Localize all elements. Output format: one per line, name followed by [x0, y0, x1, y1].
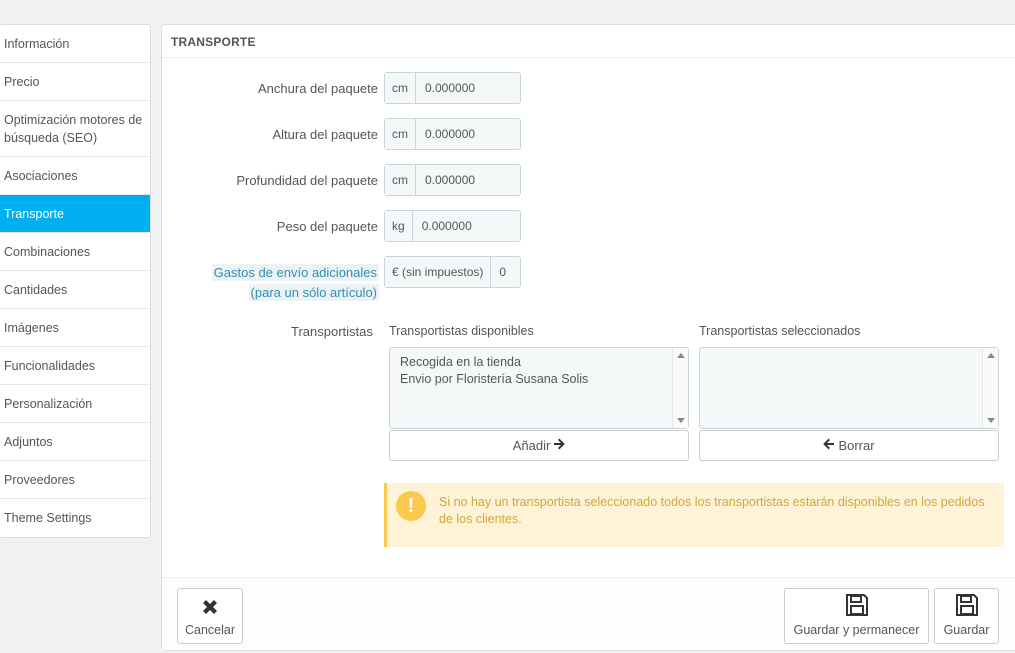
height-unit: cm	[385, 119, 416, 149]
product-tabs-sidebar: Información Precio Optimización motores …	[0, 24, 151, 538]
available-carriers-list[interactable]: Recogida en la tienda Envio por Floriste…	[389, 347, 689, 429]
weight-unit: kg	[385, 211, 413, 241]
selected-carriers-list[interactable]	[699, 347, 999, 429]
sidebar-item-label: Adjuntos	[4, 434, 53, 449]
selected-list-scrollbar[interactable]	[982, 348, 998, 428]
save-icon	[845, 593, 869, 620]
panel-title: TRANSPORTE	[162, 25, 1015, 58]
available-list-scrollbar[interactable]	[672, 348, 688, 428]
depth-field[interactable]: cm 0.000000	[384, 164, 521, 196]
depth-input[interactable]: 0.000000	[416, 165, 520, 195]
save-button[interactable]: Guardar	[934, 588, 999, 644]
close-icon	[200, 597, 220, 620]
sidebar-item-label: Transporte	[4, 206, 64, 221]
sidebar-item-theme-settings[interactable]: Theme Settings	[0, 499, 150, 537]
carriers-label: Transportistas	[291, 324, 373, 339]
extra-shipping-label[interactable]: Gastos de envío adicionales (para un sól…	[211, 263, 379, 303]
height-label: Altura del paquete	[272, 127, 378, 142]
save-label: Guardar	[943, 623, 990, 637]
sidebar-item-informacion[interactable]: Información	[0, 25, 150, 63]
extra-shipping-label-line1: Gastos de envío adicionales	[211, 264, 379, 281]
extra-shipping-field[interactable]: € (sin impuestos) 0	[384, 256, 521, 288]
sidebar-item-label: Cantidades	[4, 282, 68, 297]
carrier-warning-alert: ! Si no hay un transportista seleccionad…	[384, 483, 1004, 547]
width-label: Anchura del paquete	[258, 81, 378, 96]
cancel-button[interactable]: Cancelar	[177, 588, 243, 644]
sidebar-item-combinaciones[interactable]: Combinaciones	[0, 233, 150, 271]
panel-footer: Cancelar Guardar y permanecer Guardar	[162, 577, 1015, 650]
sidebar-item-seo[interactable]: Optimización motores de búsqueda (SEO)	[0, 101, 150, 157]
sidebar-item-label: Imágenes	[4, 320, 59, 335]
width-input[interactable]: 0.000000	[416, 73, 520, 103]
sidebar-item-label: Combinaciones	[4, 244, 91, 259]
extra-shipping-label-line2: (para un sólo artículo)	[248, 284, 379, 301]
sidebar-item-funcionalidades[interactable]: Funcionalidades	[0, 347, 150, 385]
sidebar-item-asociaciones[interactable]: Asociaciones	[0, 157, 150, 195]
width-unit: cm	[385, 73, 416, 103]
height-field[interactable]: cm 0.000000	[384, 118, 521, 150]
sidebar-item-label: Theme Settings	[4, 511, 92, 525]
sidebar-item-label: Información	[4, 36, 70, 51]
carrier-option[interactable]: Envio por Floristería Susana Solis	[400, 371, 678, 388]
scroll-down-icon[interactable]	[987, 418, 995, 423]
save-and-stay-label: Guardar y permanecer	[793, 623, 920, 637]
sidebar-item-personalizacion[interactable]: Personalización	[0, 385, 150, 423]
depth-label: Profundidad del paquete	[236, 173, 378, 188]
remove-carrier-label: Borrar	[838, 438, 875, 453]
depth-unit: cm	[385, 165, 416, 195]
height-input[interactable]: 0.000000	[416, 119, 520, 149]
sidebar-item-precio[interactable]: Precio	[0, 63, 150, 101]
sidebar-item-label: Funcionalidades	[4, 358, 96, 373]
selected-carriers-label: Transportistas seleccionados	[699, 324, 861, 338]
arrow-left-icon	[823, 438, 835, 453]
weight-input[interactable]: 0.000000	[413, 211, 520, 241]
alert-text: Si no hay un transportista seleccionado …	[439, 495, 985, 526]
sidebar-item-proveedores[interactable]: Proveedores	[0, 461, 150, 499]
extra-shipping-unit: € (sin impuestos)	[385, 257, 492, 287]
add-carrier-button[interactable]: Añadir	[389, 430, 689, 461]
sidebar-item-imagenes[interactable]: Imágenes	[0, 309, 150, 347]
scroll-up-icon[interactable]	[987, 353, 995, 358]
remove-carrier-button[interactable]: Borrar	[699, 430, 999, 461]
available-carriers-label: Transportistas disponibles	[389, 324, 534, 338]
weight-field[interactable]: kg 0.000000	[384, 210, 521, 242]
save-and-stay-button[interactable]: Guardar y permanecer	[784, 588, 929, 644]
warning-icon: !	[396, 491, 426, 521]
sidebar-item-label: Personalización	[4, 396, 93, 411]
sidebar-item-label: Optimización motores de búsqueda (SEO)	[4, 112, 143, 145]
sidebar-item-adjuntos[interactable]: Adjuntos	[0, 423, 150, 461]
top-strip	[0, 0, 1015, 4]
carrier-option[interactable]: Recogida en la tienda	[400, 354, 678, 371]
arrow-right-icon	[553, 438, 566, 453]
sidebar-item-label: Proveedores	[4, 472, 75, 487]
cancel-label: Cancelar	[184, 623, 236, 637]
save-icon	[955, 593, 979, 620]
extra-shipping-input[interactable]: 0	[491, 257, 520, 287]
sidebar-item-label: Asociaciones	[4, 168, 78, 183]
width-field[interactable]: cm 0.000000	[384, 72, 521, 104]
sidebar-item-cantidades[interactable]: Cantidades	[0, 271, 150, 309]
transport-panel: TRANSPORTE Anchura del paquete cm 0.0000…	[161, 24, 1015, 651]
weight-label: Peso del paquete	[276, 219, 378, 234]
sidebar-item-transporte[interactable]: Transporte	[0, 195, 150, 233]
scroll-down-icon[interactable]	[677, 418, 685, 423]
scroll-up-icon[interactable]	[677, 353, 685, 358]
sidebar-item-label: Precio	[4, 74, 40, 89]
add-carrier-label: Añadir	[512, 438, 551, 453]
